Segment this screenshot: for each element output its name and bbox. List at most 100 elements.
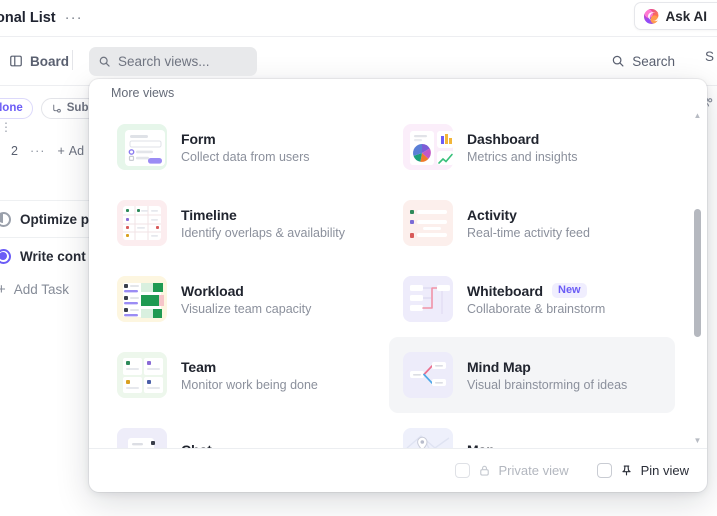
search-button-label: Search bbox=[632, 53, 675, 69]
subtask-icon bbox=[51, 103, 62, 114]
view-option-whiteboard[interactable]: Whiteboard New Collaborate & brainstorm bbox=[389, 261, 675, 337]
search-views-input[interactable]: Search views... bbox=[89, 47, 257, 76]
view-option-text: Activity Real-time activity feed bbox=[467, 207, 590, 240]
lock-icon bbox=[478, 464, 491, 477]
scrollbar-thumb[interactable] bbox=[694, 209, 701, 337]
caret-up-icon[interactable]: ▲ bbox=[693, 111, 702, 121]
view-option-text: Workload Visualize team capacity bbox=[181, 283, 311, 316]
ai-sparkle-orb-icon bbox=[644, 8, 660, 24]
table-row[interactable]: Optimize p bbox=[0, 200, 95, 237]
ask-ai-label: Ask AI bbox=[665, 8, 707, 24]
magnifier-icon bbox=[98, 55, 111, 68]
view-option-text: Chat bbox=[181, 442, 212, 449]
view-title: Form bbox=[181, 130, 216, 147]
view-desc: Monitor work being done bbox=[181, 377, 318, 392]
chip-none[interactable]: None bbox=[0, 97, 33, 119]
add-task-label: Add Task bbox=[13, 281, 70, 297]
view-option-workload[interactable]: Workload Visualize team capacity bbox=[103, 261, 389, 337]
view-option-dashboard[interactable]: Dashboard Metrics and insights bbox=[389, 109, 675, 185]
filter-chip-row: None Sub bbox=[0, 97, 99, 119]
view-desc: Collect data from users bbox=[181, 149, 310, 164]
chip-subtask-label: Sub bbox=[66, 102, 89, 114]
add-column-label: Ad bbox=[68, 144, 85, 158]
pin-view-label: Pin view bbox=[640, 463, 689, 478]
team-thumb-icon bbox=[115, 350, 169, 400]
view-option-team[interactable]: Team Monitor work being done bbox=[103, 337, 389, 413]
status-icon bbox=[0, 211, 11, 227]
status-badge: New bbox=[552, 282, 587, 299]
view-desc: Visual brainstorming of ideas bbox=[467, 377, 628, 392]
whiteboard-thumb-icon bbox=[401, 274, 455, 324]
list-icon: ⋮ bbox=[0, 120, 12, 134]
board-columns-icon bbox=[9, 54, 23, 68]
pin-view-checkbox[interactable] bbox=[596, 463, 612, 478]
search-button[interactable]: Search bbox=[611, 49, 675, 73]
private-view-toggle[interactable]: Private view bbox=[454, 463, 569, 478]
form-thumb-icon bbox=[115, 122, 169, 172]
toolbar-separator bbox=[72, 50, 73, 70]
task-name: Optimize p bbox=[20, 211, 90, 227]
view-option-text: Timeline Identify overlaps & availabilit… bbox=[181, 207, 345, 240]
map-thumb-icon bbox=[401, 426, 455, 448]
private-view-checkbox[interactable] bbox=[454, 463, 470, 478]
page-title: onal List bbox=[0, 10, 56, 26]
view-desc: Real-time activity feed bbox=[467, 225, 590, 240]
activity-thumb-icon bbox=[401, 198, 455, 248]
add-task-button[interactable]: + Add Task bbox=[0, 278, 95, 300]
plus-icon: + bbox=[57, 144, 65, 158]
chat-thumb-icon bbox=[115, 426, 169, 448]
views-grid: Form Collect data from users Dashboard M… bbox=[89, 109, 689, 448]
view-option-text: Map bbox=[467, 442, 495, 449]
ask-ai-button[interactable]: Ask AI bbox=[634, 2, 717, 30]
view-option-timeline[interactable]: Timeline Identify overlaps & availabilit… bbox=[103, 185, 389, 261]
table-row[interactable]: Write cont bbox=[0, 237, 95, 274]
views-scroll-area[interactable]: Form Collect data from users Dashboard M… bbox=[89, 109, 707, 448]
view-desc: Collaborate & brainstorm bbox=[467, 301, 606, 316]
group-count: 2 bbox=[11, 144, 18, 158]
status-icon bbox=[0, 248, 11, 264]
pin-view-toggle[interactable]: Pin view bbox=[596, 463, 689, 478]
plus-icon: + bbox=[0, 280, 6, 298]
view-title: Dashboard bbox=[467, 130, 540, 147]
view-title: Mind Map bbox=[467, 358, 531, 375]
view-title: Activity bbox=[467, 206, 517, 223]
popover-footer: Private view Pin view bbox=[89, 448, 707, 492]
magnifier-icon bbox=[611, 54, 625, 68]
view-option-text: Mind Map Visual brainstorming of ideas bbox=[467, 359, 627, 392]
mindmap-thumb-icon bbox=[401, 350, 455, 400]
view-option-text: Team Monitor work being done bbox=[181, 359, 318, 392]
more-views-popover: More views Form Collect data from users … bbox=[89, 79, 707, 492]
view-desc: Identify overlaps & availability bbox=[181, 225, 345, 240]
page-more-icon[interactable]: ··· bbox=[65, 10, 83, 25]
section-label: More views bbox=[111, 86, 175, 100]
workload-thumb-icon bbox=[115, 274, 169, 324]
task-name: Write cont bbox=[20, 248, 86, 264]
view-desc: Metrics and insights bbox=[467, 149, 578, 164]
chip-none-label: None bbox=[0, 102, 23, 114]
view-option-text: Form Collect data from users bbox=[181, 131, 310, 164]
title-bar: onal List ··· Ask AI bbox=[0, 0, 717, 36]
group-more-icon[interactable]: ··· bbox=[30, 144, 46, 158]
popover-scrollbar[interactable]: ▲ ▼ bbox=[693, 109, 702, 448]
search-views-placeholder: Search views... bbox=[118, 54, 210, 69]
view-option-mind-map[interactable]: Mind Map Visual brainstorming of ideas bbox=[389, 337, 675, 413]
dashboard-thumb-icon bbox=[401, 122, 455, 172]
view-title: Team bbox=[181, 358, 217, 375]
tab-board[interactable]: Board bbox=[9, 49, 69, 73]
timeline-thumb-icon bbox=[115, 198, 169, 248]
private-view-label: Private view bbox=[498, 463, 569, 478]
app-root: onal List ··· Ask AI Board Search S one … bbox=[0, 0, 717, 516]
view-option-form[interactable]: Form Collect data from users bbox=[103, 109, 389, 185]
toolbar-overflow-label[interactable]: S bbox=[705, 49, 717, 64]
view-option-activity[interactable]: Activity Real-time activity feed bbox=[389, 185, 675, 261]
tab-board-label: Board bbox=[30, 53, 70, 69]
add-column-button[interactable]: + Ad bbox=[57, 144, 84, 158]
caret-down-icon[interactable]: ▼ bbox=[693, 436, 702, 446]
view-title: Whiteboard bbox=[467, 282, 543, 299]
view-option-chat[interactable]: Chat bbox=[103, 413, 389, 448]
view-option-map[interactable]: Map bbox=[389, 413, 675, 448]
view-option-text: Whiteboard New Collaborate & brainstorm bbox=[467, 283, 605, 316]
view-title: Map bbox=[467, 442, 495, 449]
view-desc: Visualize team capacity bbox=[181, 301, 312, 316]
popover-header: More views bbox=[89, 79, 707, 109]
